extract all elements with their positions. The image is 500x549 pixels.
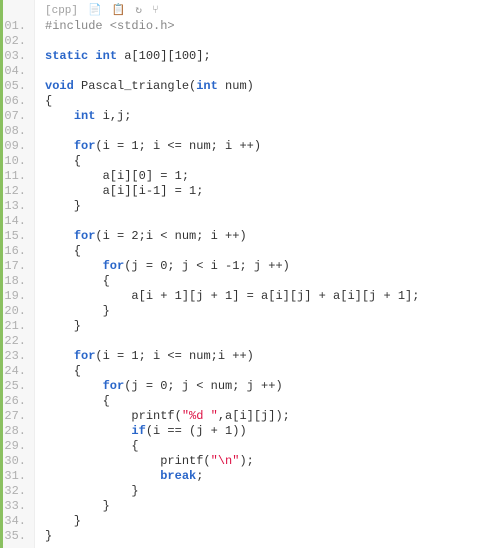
code-line: } xyxy=(45,514,500,529)
line-number: 07. xyxy=(3,109,26,124)
code-line: for(i = 2;i < num; i ++) xyxy=(45,229,500,244)
line-number: 22. xyxy=(3,334,26,349)
code-line: { xyxy=(45,394,500,409)
line-number: 06. xyxy=(3,94,26,109)
line-number: 24. xyxy=(3,364,26,379)
code-line: { xyxy=(45,154,500,169)
code-line: if(i == (j + 1)) xyxy=(45,424,500,439)
code-line: { xyxy=(45,94,500,109)
line-number: 28. xyxy=(3,424,26,439)
line-number: 05. xyxy=(3,79,26,94)
code-line: break; xyxy=(45,469,500,484)
code-line: void Pascal_triangle(int num) xyxy=(45,79,500,94)
branch-icon[interactable]: ⑂ xyxy=(152,4,159,19)
code-line xyxy=(45,34,500,49)
line-number: 08. xyxy=(3,124,26,139)
code-line: a[i][0] = 1; xyxy=(45,169,500,184)
code-line xyxy=(45,214,500,229)
line-number: 09. xyxy=(3,139,26,154)
line-number: 23. xyxy=(3,349,26,364)
line-number: 32. xyxy=(3,484,26,499)
line-number: 26. xyxy=(3,394,26,409)
line-number: 15. xyxy=(3,229,26,244)
code-line: a[i + 1][j + 1] = a[i][j] + a[i][j + 1]; xyxy=(45,289,500,304)
line-number: 25. xyxy=(3,379,26,394)
code-line: a[i][i-1] = 1; xyxy=(45,184,500,199)
line-number: 19. xyxy=(3,289,26,304)
code-line: { xyxy=(45,244,500,259)
copy-icon[interactable]: 📄 xyxy=(88,4,102,19)
line-number: 30. xyxy=(3,454,26,469)
code-line: { xyxy=(45,439,500,454)
line-number: 11. xyxy=(3,169,26,184)
code-line: printf("%d ",a[i][j]); xyxy=(45,409,500,424)
language-label: [cpp] xyxy=(45,4,78,19)
code-area[interactable]: [cpp] 📄 📋 ↻ ⑂ #include <stdio.h> static … xyxy=(35,0,500,548)
line-number: 20. xyxy=(3,304,26,319)
line-number: 10. xyxy=(3,154,26,169)
code-line: } xyxy=(45,499,500,514)
code-line: int i,j; xyxy=(45,109,500,124)
code-block: 01. 02. 03. 04. 05. 06. 07. 08. 09. 10. … xyxy=(0,0,500,548)
line-number: 01. xyxy=(3,19,26,34)
line-number: 27. xyxy=(3,409,26,424)
code-line xyxy=(45,124,500,139)
gutter-spacer xyxy=(3,4,26,19)
line-number: 34. xyxy=(3,514,26,529)
line-number: 21. xyxy=(3,319,26,334)
code-line: } xyxy=(45,484,500,499)
line-number: 14. xyxy=(3,214,26,229)
code-line: } xyxy=(45,319,500,334)
code-line: } xyxy=(45,529,500,544)
line-number-gutter: 01. 02. 03. 04. 05. 06. 07. 08. 09. 10. … xyxy=(3,0,35,548)
code-line: for(i = 1; i <= num;i ++) xyxy=(45,349,500,364)
line-number: 18. xyxy=(3,274,26,289)
code-line xyxy=(45,64,500,79)
line-number: 12. xyxy=(3,184,26,199)
toolbar-icons: 📄 📋 ↻ ⑂ xyxy=(88,4,159,19)
line-number: 33. xyxy=(3,499,26,514)
line-number: 17. xyxy=(3,259,26,274)
line-number: 29. xyxy=(3,439,26,454)
clipboard-icon[interactable]: 📋 xyxy=(112,4,126,19)
line-number: 03. xyxy=(3,49,26,64)
code-line xyxy=(45,334,500,349)
line-number: 35. xyxy=(3,529,26,544)
code-line: for(i = 1; i <= num; i ++) xyxy=(45,139,500,154)
code-line: { xyxy=(45,364,500,379)
code-line: for(j = 0; j < num; j ++) xyxy=(45,379,500,394)
line-number: 04. xyxy=(3,64,26,79)
code-line: { xyxy=(45,274,500,289)
code-line: } xyxy=(45,304,500,319)
line-number: 13. xyxy=(3,199,26,214)
code-line: #include <stdio.h> xyxy=(45,19,500,34)
code-line: printf("\n"); xyxy=(45,454,500,469)
reload-icon[interactable]: ↻ xyxy=(135,4,142,19)
code-toolbar: [cpp] 📄 📋 ↻ ⑂ xyxy=(45,4,500,19)
code-line: static int a[100][100]; xyxy=(45,49,500,64)
code-line: for(j = 0; j < i -1; j ++) xyxy=(45,259,500,274)
line-number: 16. xyxy=(3,244,26,259)
code-line: } xyxy=(45,199,500,214)
line-number: 02. xyxy=(3,34,26,49)
line-number: 31. xyxy=(3,469,26,484)
